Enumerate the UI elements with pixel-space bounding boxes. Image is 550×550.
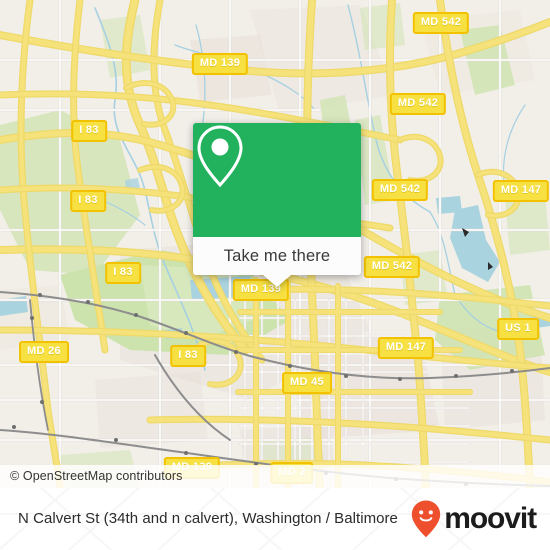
road-shield: MD 45 bbox=[282, 372, 332, 394]
road-shield: MD 147 bbox=[492, 180, 550, 202]
road-shield: MD 26 bbox=[19, 341, 69, 363]
road-shield: MD 542 bbox=[389, 93, 447, 115]
popup-pointer bbox=[263, 275, 291, 287]
road-shield: I 83 bbox=[170, 345, 206, 367]
footer-bar: N Calvert St (34th and n calvert), Washi… bbox=[0, 488, 550, 550]
location-address: N Calvert St (34th and n calvert), Washi… bbox=[18, 510, 398, 528]
moovit-brand[interactable]: moovit bbox=[411, 500, 537, 538]
popup-header bbox=[193, 123, 361, 237]
take-me-there-popup[interactable]: Take me there bbox=[193, 123, 361, 287]
osm-attribution[interactable]: © OpenStreetMap contributors bbox=[0, 465, 550, 488]
road-shield: MD 147 bbox=[377, 337, 435, 359]
road-shield: MD 542 bbox=[412, 12, 470, 34]
take-me-there-label: Take me there bbox=[223, 246, 331, 265]
map-screenshot-root: .wtr{fill:#aad3e0} .prk{fill:#cde3ae} .p… bbox=[0, 0, 550, 550]
road-shield: MD 542 bbox=[363, 256, 421, 278]
map-canvas[interactable]: .wtr{fill:#aad3e0} .prk{fill:#cde3ae} .p… bbox=[0, 0, 550, 488]
popup-cta-bar[interactable]: Take me there bbox=[193, 237, 361, 275]
road-shield: US 1 bbox=[497, 318, 539, 340]
location-pin-icon bbox=[197, 125, 243, 188]
road-shield: MD 542 bbox=[371, 179, 429, 201]
road-shield: I 83 bbox=[105, 262, 141, 284]
road-shield: I 83 bbox=[71, 120, 107, 142]
moovit-wordmark: moovit bbox=[444, 502, 537, 535]
road-shield: I 83 bbox=[70, 190, 106, 212]
moovit-smiley-pin-icon bbox=[412, 500, 441, 538]
road-shield: MD 139 bbox=[191, 53, 249, 75]
